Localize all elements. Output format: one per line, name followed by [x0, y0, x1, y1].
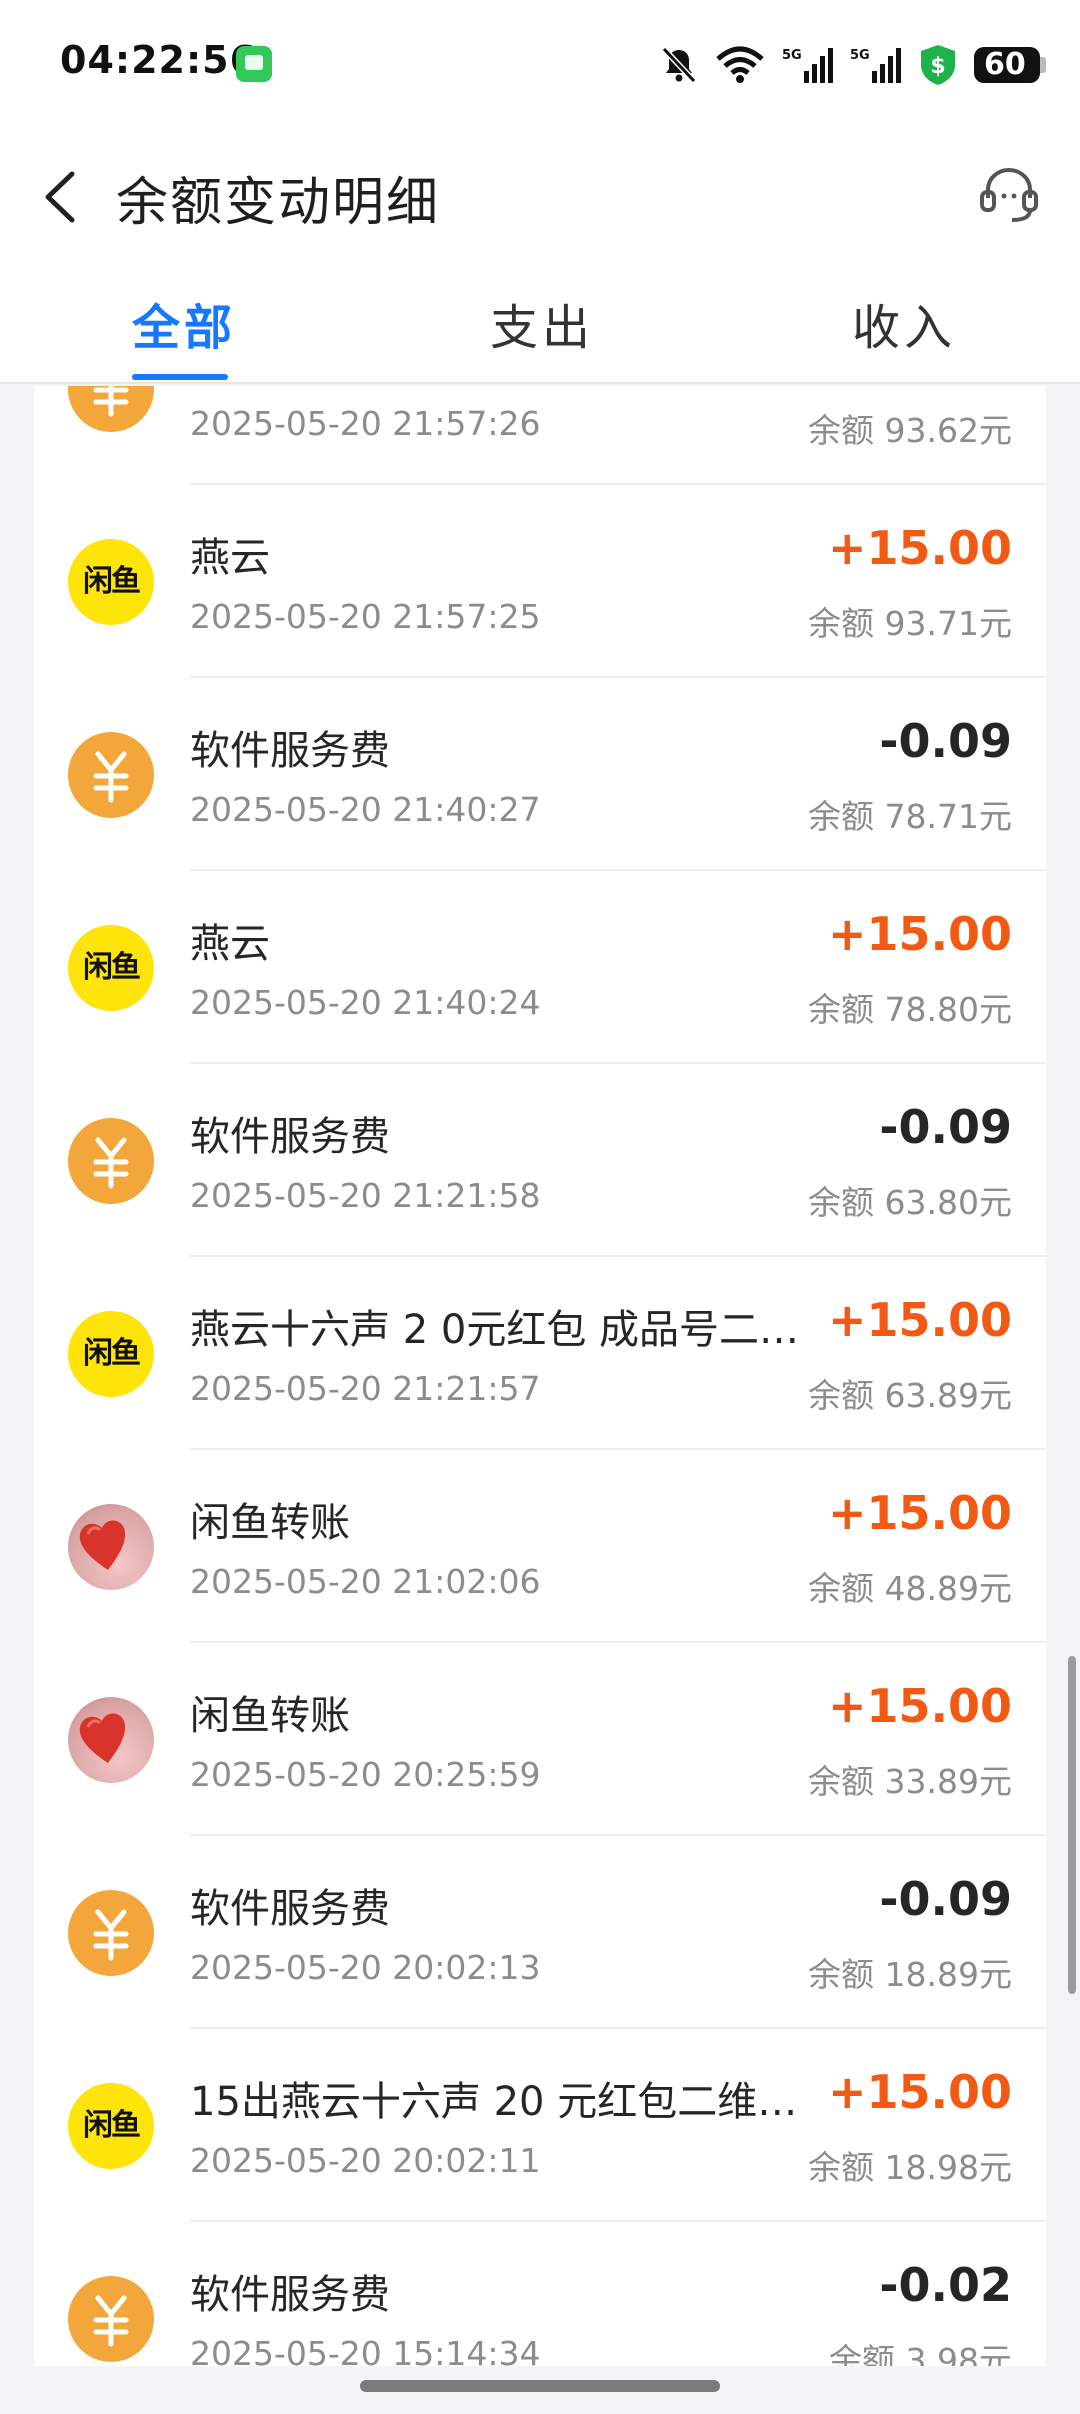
- transaction-title: 软件服务费: [190, 2272, 390, 2318]
- signal-5g-icon-1: 5G: [782, 48, 833, 83]
- transaction-amount: +15.00: [827, 1679, 1012, 1733]
- transaction-row[interactable]: 闲鱼 15出燕云十六声 20 元红包二维码 成品号 2025-05-20 20:02…: [34, 2029, 1046, 2222]
- heart-avatar-icon: [68, 1504, 154, 1590]
- transaction-amount: -0.09: [879, 1872, 1012, 1926]
- yen-icon: [68, 1890, 154, 1976]
- balance-after: 余额 33.89元: [808, 1762, 1012, 1801]
- transaction-amount: +15.00: [827, 2065, 1012, 2119]
- transaction-time: 2025-05-20 21:40:24: [190, 983, 541, 1022]
- balance-after: 余额 93.71元: [808, 604, 1012, 643]
- balance-after: 余额 93.62元: [808, 411, 1012, 450]
- transaction-time: 2025-05-20 20:02:11: [190, 2141, 541, 2180]
- signal-5g-icon-2: 5G: [850, 48, 901, 83]
- transaction-row[interactable]: 软件服务费 2025-05-20 15:14:34 -0.02 余额 3.98元: [34, 2222, 1046, 2366]
- xianyu-logo-icon: 闲鱼: [68, 1311, 154, 1397]
- transaction-title: 燕云十六声 2 0元红包 成品号二维码: [190, 1307, 830, 1353]
- transaction-time: 2025-05-20 20:02:13: [190, 1948, 541, 1987]
- balance-after: 余额 18.89元: [808, 1955, 1012, 1994]
- transaction-amount: +15.00: [827, 1293, 1012, 1347]
- xianyu-logo-icon: 闲鱼: [68, 539, 154, 625]
- back-button[interactable]: [30, 162, 90, 232]
- transaction-row[interactable]: 闲鱼转账 2025-05-20 20:25:59 +15.00 余额 33.89元: [34, 1643, 1046, 1836]
- svg-text:$: $: [930, 54, 945, 79]
- balance-after: 余额 48.89元: [808, 1569, 1012, 1608]
- tab-expense[interactable]: 支出: [490, 288, 594, 358]
- transaction-time: 2025-05-20 21:21:58: [190, 1176, 541, 1215]
- transaction-amount: -0.09: [879, 1100, 1012, 1154]
- transaction-title: 燕云: [190, 921, 270, 967]
- balance-after: 余额 3.98元: [829, 2341, 1012, 2366]
- transaction-row[interactable]: 软件服务费 2025-05-20 20:02:13 -0.09 余额 18.89元: [34, 1836, 1046, 2029]
- transaction-time: 2025-05-20 21:02:06: [190, 1562, 541, 1601]
- xianyu-logo-text: 闲鱼: [83, 2108, 141, 2143]
- screen: 04:22:56 5G 5G $ 60 余额变动明细 全部 支出 收入 2025…: [0, 0, 1080, 2414]
- transaction-time: 2025-05-20 21:40:27: [190, 790, 541, 829]
- transaction-row[interactable]: 2025-05-20 21:57:26 余额 93.62元: [34, 386, 1046, 485]
- xianyu-logo-text: 闲鱼: [83, 564, 141, 599]
- transaction-list[interactable]: 2025-05-20 21:57:26 余额 93.62元 闲鱼 燕云 2025-05-…: [34, 386, 1046, 2366]
- svg-text:5G: 5G: [850, 48, 870, 63]
- filter-tabs: 全部 支出 收入: [0, 260, 1080, 384]
- transaction-time: 2025-05-20 20:25:59: [190, 1755, 541, 1794]
- status-icons: 5G 5G $ 60: [660, 40, 1046, 90]
- yen-icon: [68, 2276, 154, 2362]
- bell-muted-icon: [661, 46, 697, 84]
- page-title: 余额变动明细: [116, 173, 441, 233]
- active-tab-indicator: [132, 374, 228, 380]
- transaction-amount: -0.09: [879, 714, 1012, 768]
- yen-icon: [68, 732, 154, 818]
- status-bar: 04:22:56 5G 5G $ 60: [0, 0, 1080, 130]
- heart-avatar-icon: [68, 1697, 154, 1783]
- balance-after: 余额 78.71元: [808, 797, 1012, 836]
- tab-all[interactable]: 全部: [132, 288, 236, 358]
- transaction-title: 闲鱼转账: [190, 1693, 350, 1739]
- transaction-amount: -0.02: [879, 2258, 1012, 2312]
- transaction-title: 15出燕云十六声 20 元红包二维码 成品号: [190, 2079, 830, 2125]
- customer-service-icon[interactable]: [974, 160, 1044, 230]
- transaction-row[interactable]: 软件服务费 2025-05-20 21:40:27 -0.09 余额 78.71元: [34, 678, 1046, 871]
- transaction-row[interactable]: 闲鱼转账 2025-05-20 21:02:06 +15.00 余额 48.89元: [34, 1450, 1046, 1643]
- transaction-time: 2025-05-20 21:57:25: [190, 597, 541, 636]
- home-indicator[interactable]: [360, 2380, 720, 2392]
- xianyu-logo-icon: 闲鱼: [68, 925, 154, 1011]
- transaction-row[interactable]: 闲鱼 燕云十六声 2 0元红包 成品号二维码 2025-05-20 21:21:57…: [34, 1257, 1046, 1450]
- transaction-title: 闲鱼转账: [190, 1500, 350, 1546]
- nav-header: 余额变动明细: [0, 130, 1080, 260]
- transaction-title: 软件服务费: [190, 728, 390, 774]
- svg-text:5G: 5G: [782, 48, 802, 63]
- yen-icon: [68, 1118, 154, 1204]
- status-time: 04:22:56: [60, 38, 258, 82]
- balance-after: 余额 63.80元: [808, 1183, 1012, 1222]
- message-notification-icon: [236, 46, 272, 82]
- balance-after: 余额 63.89元: [808, 1376, 1012, 1415]
- transaction-time: 2025-05-20 15:14:34: [190, 2334, 541, 2366]
- wifi-icon: [716, 46, 764, 83]
- transaction-time: 2025-05-20 21:57:26: [190, 404, 541, 443]
- yen-icon: [68, 386, 154, 432]
- transaction-amount: +15.00: [827, 1486, 1012, 1540]
- balance-after: 余额 18.98元: [808, 2148, 1012, 2187]
- transaction-row[interactable]: 闲鱼 燕云 2025-05-20 21:57:25 +15.00 余额 93.71元: [34, 485, 1046, 678]
- transaction-title: 软件服务费: [190, 1114, 390, 1160]
- tab-income[interactable]: 收入: [852, 288, 956, 358]
- balance-after: 余额 78.80元: [808, 990, 1012, 1029]
- transaction-time: 2025-05-20 21:21:57: [190, 1369, 541, 1408]
- battery-indicator: 60: [974, 47, 1046, 83]
- transaction-title: 软件服务费: [190, 1886, 390, 1932]
- transaction-row[interactable]: 闲鱼 燕云 2025-05-20 21:40:24 +15.00 余额 78.80元: [34, 871, 1046, 1064]
- xianyu-logo-text: 闲鱼: [83, 1336, 141, 1371]
- scrollbar-thumb[interactable]: [1068, 1656, 1076, 1994]
- transaction-amount: +15.00: [827, 521, 1012, 575]
- xianyu-logo-text: 闲鱼: [83, 950, 141, 985]
- security-shield-icon: $: [921, 45, 955, 85]
- xianyu-logo-icon: 闲鱼: [68, 2083, 154, 2169]
- transaction-row[interactable]: 软件服务费 2025-05-20 21:21:58 -0.09 余额 63.80元: [34, 1064, 1046, 1257]
- transaction-amount: +15.00: [827, 907, 1012, 961]
- transaction-title: 燕云: [190, 535, 270, 581]
